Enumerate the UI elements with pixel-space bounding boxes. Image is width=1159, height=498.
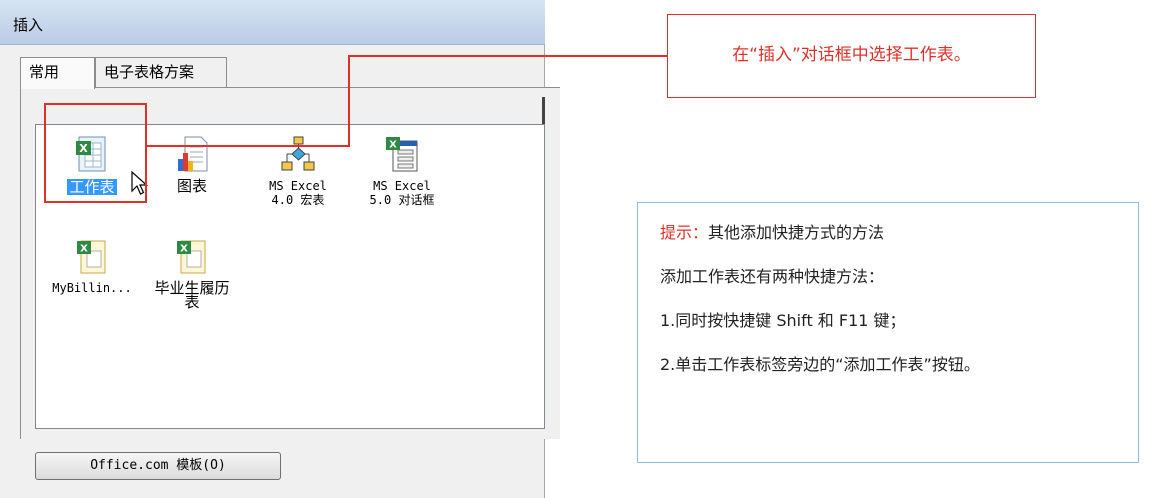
template-item-macro-sheet-label: MS Excel 4.0 宏表 — [269, 179, 327, 207]
chart-icon — [175, 135, 209, 175]
template-item-graduate-resume-label: 毕业生履历 表 — [154, 279, 230, 311]
dialog-sheet-icon: X — [385, 135, 419, 175]
tip-line-2: 1.同时按快捷键 Shift 和 F11 键； — [660, 311, 906, 330]
svg-text:X: X — [80, 244, 88, 255]
template-item-mybilling-label: MyBillin... — [52, 281, 132, 295]
tip-box: 提示：其他添加快捷方式的方法 添加工作表还有两种快捷方法： 1.同时按快捷键 S… — [637, 202, 1139, 463]
template-item-mybilling[interactable]: X MyBillin... — [44, 237, 140, 295]
template-item-chart[interactable]: 图表 — [144, 135, 240, 194]
insert-dialog: 插入 常用 电子表格方案 X 工作表 图表 MS Excel 4.0 宏表 X … — [0, 0, 560, 498]
tip-heading: 提示：其他添加快捷方式的方法 — [660, 221, 1116, 245]
tip-title: 其他添加快捷方式的方法 — [708, 223, 885, 242]
dialog-titlebar[interactable]: 插入 — [0, 0, 545, 45]
scrollbar-stub[interactable] — [542, 97, 545, 127]
tab-common-label: 常用 — [29, 63, 60, 81]
callout-note: 在“插入”对话框中选择工作表。 — [667, 14, 1036, 98]
tip-line-3: 2.单击工作表标签旁边的“添加工作表”按钮。 — [660, 355, 980, 374]
office-templates-button-label: Office.com 模板(O) — [90, 458, 226, 473]
tip-prefix: 提示： — [660, 223, 709, 242]
svg-text:X: X — [180, 244, 188, 255]
template-item-dialog-sheet-label: MS Excel 5.0 对话框 — [369, 179, 435, 207]
template-item-graduate-resume[interactable]: X 毕业生履历 表 — [144, 237, 240, 310]
excel-template-icon: X — [175, 237, 209, 277]
tab-common[interactable]: 常用 — [20, 57, 95, 89]
tab-spreadsheet-solutions[interactable]: 电子表格方案 — [95, 57, 227, 87]
template-item-dialog-sheet[interactable]: X MS Excel 5.0 对话框 — [354, 135, 450, 207]
excel-template-icon: X — [75, 237, 109, 277]
callout-text: 在“插入”对话框中选择工作表。 — [732, 45, 971, 65]
tab-spreadsheet-solutions-label: 电子表格方案 — [104, 63, 195, 81]
macro-sheet-icon — [281, 135, 315, 175]
svg-text:X: X — [389, 140, 397, 151]
template-item-macro-sheet[interactable]: MS Excel 4.0 宏表 — [250, 135, 346, 207]
office-templates-button[interactable]: Office.com 模板(O) — [35, 452, 281, 480]
dialog-title: 插入 — [13, 16, 44, 34]
tip-line-1: 添加工作表还有两种快捷方法： — [660, 267, 885, 286]
highlight-box — [44, 103, 147, 203]
template-item-chart-label: 图表 — [176, 177, 207, 195]
